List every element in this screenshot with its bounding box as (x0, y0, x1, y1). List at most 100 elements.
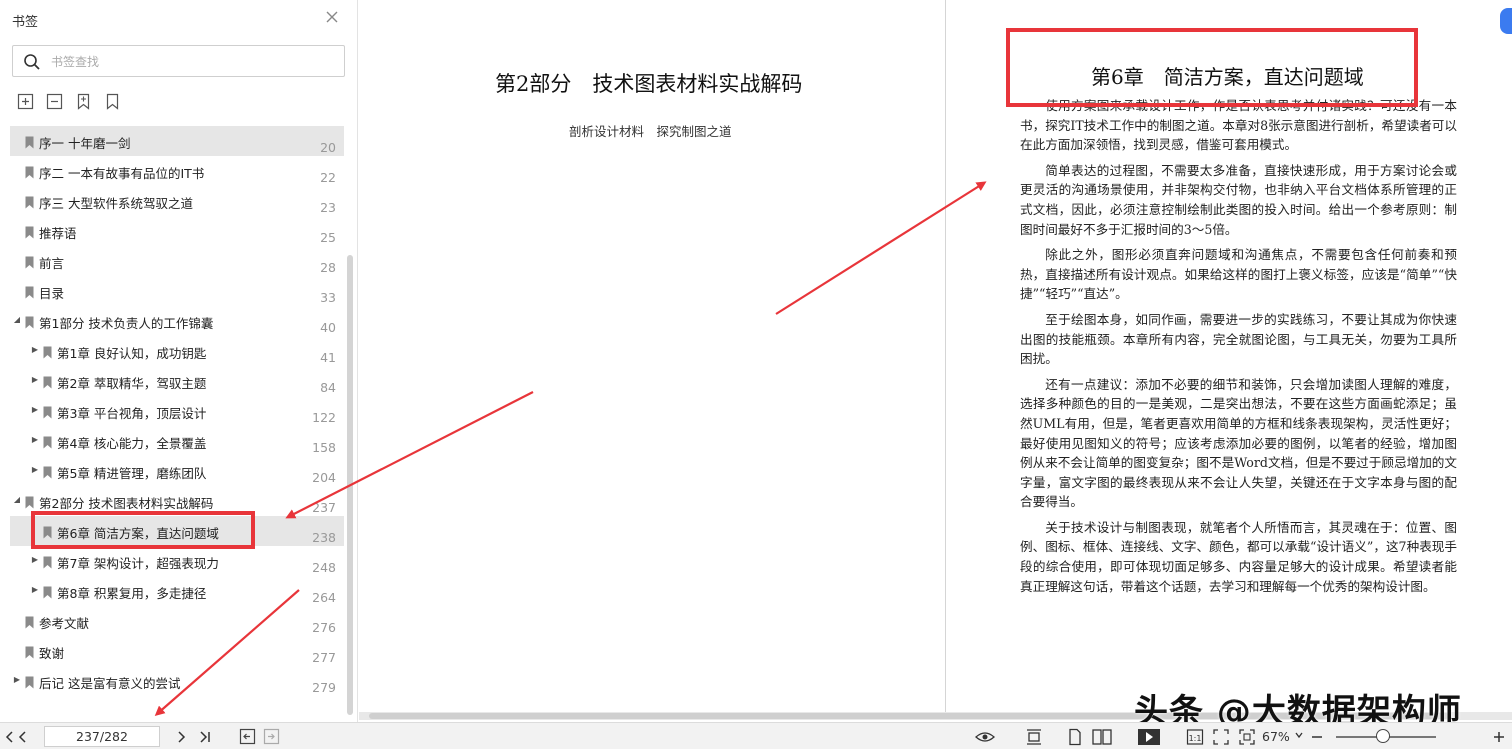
bookmark-page-number: 22 (320, 170, 336, 185)
status-bar: 1:1 67% (0, 722, 1512, 749)
bookmark-item[interactable]: 致谢 277 (10, 636, 344, 666)
bookmark-item[interactable]: ▶ 第3章 平台视角，顶层设计 122 (10, 396, 344, 426)
bookmark-item[interactable]: 推荐语 25 (10, 216, 344, 246)
zoom-slider-thumb[interactable] (1376, 729, 1390, 743)
bookmark-scrollbar[interactable] (347, 255, 353, 715)
bookmark-page-number: 33 (320, 290, 336, 305)
bookmark-list: 序一 十年磨一剑 20 序二 一本有故事有品位的IT书 22 序三 大型软件系统驾驭之道… (10, 126, 344, 706)
bookmark-page-number: 25 (320, 230, 336, 245)
bookmark-item[interactable]: ▶ 后记 这是富有意义的尝试 279 (10, 666, 344, 696)
bookmark-item[interactable]: ▶ 第8章 积累复用，多走捷径 264 (10, 576, 344, 606)
zoom-in-icon[interactable] (1490, 727, 1508, 746)
bookmark-icon (25, 224, 34, 239)
expand-arrow-icon[interactable]: ▶ (12, 675, 22, 685)
expand-arrow-icon[interactable]: ▶ (30, 405, 40, 415)
bookmark-icon (43, 344, 52, 359)
bookmark-page-number: 23 (320, 200, 336, 215)
eye-protect-icon[interactable] (974, 727, 996, 746)
bookmark-label: 第5章 精进管理，磨练团队 (57, 466, 207, 481)
bookmark-label: 后记 这是富有意义的尝试 (39, 676, 181, 691)
bookmark-panel-title: 书签 (12, 15, 39, 30)
part-subtitle: 剖析设计材料 探究制图之道 (569, 124, 732, 139)
bookmark-label: 致谢 (39, 646, 65, 661)
bookmark-item[interactable]: 序一 十年磨一剑 20 (10, 126, 344, 156)
close-icon[interactable] (324, 9, 340, 25)
prev-page-icon[interactable] (14, 727, 32, 746)
expand-arrow-icon[interactable]: ▶ (30, 585, 40, 595)
next-page-icon[interactable] (172, 727, 190, 746)
bookmark-item[interactable]: ▶ 第1章 良好认知，成功钥匙 41 (10, 336, 344, 366)
forward-icon[interactable] (262, 727, 280, 746)
paragraph: 至于绘图本身，如同作画，需要进一步的实践练习，不要让其成为你快速出图的技能瓶颈。… (1020, 311, 1457, 367)
bookmark-label: 第2章 萃取精华，驾驭主题 (57, 376, 207, 391)
bookmark-page-number: 84 (320, 380, 336, 395)
bookmark-search-input[interactable] (51, 52, 331, 72)
bookmark-item[interactable]: 目录 33 (10, 276, 344, 306)
play-icon[interactable] (1137, 727, 1161, 746)
single-page-view-icon[interactable] (1025, 727, 1043, 746)
bookmark-item[interactable]: 序二 一本有故事有品位的IT书 22 (10, 156, 344, 186)
bookmark-page-number: 122 (312, 410, 336, 425)
fit-page-icon[interactable] (1212, 727, 1230, 746)
expand-arrow-icon[interactable]: ▶ (30, 345, 40, 355)
bookmark-icon (43, 464, 52, 479)
bookmark-icon (43, 434, 52, 449)
collapse-all-icon[interactable] (45, 92, 64, 111)
bookmark-label: 序三 大型软件系统驾驭之道 (39, 196, 193, 211)
bookmark-icon (25, 314, 34, 329)
bookmark-label: 第1章 良好认知，成功钥匙 (57, 346, 207, 361)
bookmark-icon (43, 554, 52, 569)
last-page-icon[interactable] (196, 727, 214, 746)
bookmark-item[interactable]: ▶ 第7章 架构设计，超强表现力 248 (10, 546, 344, 576)
svg-text:1:1: 1:1 (1189, 734, 1202, 743)
fit-width-icon[interactable] (1238, 727, 1256, 746)
zoom-dropdown-icon[interactable] (1290, 725, 1308, 744)
bookmark-icon (25, 614, 34, 629)
bookmark-label: 第8章 积累复用，多走捷径 (57, 586, 207, 601)
bookmark-page-number: 277 (312, 650, 336, 665)
bookmark-page-number: 28 (320, 260, 336, 275)
bookmark-label: 序一 十年磨一剑 (39, 136, 131, 151)
zoom-value[interactable]: 67% (1262, 729, 1290, 744)
bookmark-page-number: 204 (312, 470, 336, 485)
page-number-input[interactable] (44, 726, 160, 747)
expand-all-icon[interactable] (16, 92, 35, 111)
collapse-arrow-icon[interactable]: ◢ (12, 495, 22, 505)
expand-arrow-icon[interactable]: ▶ (30, 375, 40, 385)
back-icon[interactable] (238, 727, 256, 746)
expand-arrow-icon[interactable]: ▶ (30, 435, 40, 445)
document-view: 第2部分 技术图表材料实战解码 剖析设计材料 探究制图之道 第6章 简洁方案，直… (359, 0, 1512, 722)
bookmark-label: 序二 一本有故事有品位的IT书 (39, 166, 205, 181)
bookmark-label: 参考文献 (39, 616, 90, 631)
bookmark-icon[interactable] (103, 92, 122, 111)
search-icon (23, 53, 41, 71)
highlight-box-chapter-title (1006, 28, 1418, 107)
expand-arrow-icon[interactable]: ▶ (30, 465, 40, 475)
bookmark-label: 目录 (39, 286, 65, 301)
bookmark-item[interactable]: ▶ 第2章 萃取精华，驾驭主题 84 (10, 366, 344, 396)
bookmark-item[interactable]: ▶ 第5章 精进管理，磨练团队 204 (10, 456, 344, 486)
add-bookmark-icon[interactable] (74, 92, 93, 111)
two-page-view-icon[interactable] (1091, 727, 1113, 746)
bookmark-item[interactable]: 序三 大型软件系统驾驭之道 23 (10, 186, 344, 216)
bookmark-item[interactable]: ▶ 第4章 核心能力，全景覆盖 158 (10, 426, 344, 456)
assistant-float-button[interactable] (1500, 8, 1512, 34)
bookmark-icon (25, 254, 34, 269)
zoom-out-icon[interactable] (1308, 727, 1326, 746)
bookmark-page-number: 237 (312, 500, 336, 515)
bookmark-item[interactable]: ◢ 第1部分 技术负责人的工作锦囊 40 (10, 306, 344, 336)
bookmark-page-number: 158 (312, 440, 336, 455)
bookmark-item[interactable]: 参考文献 276 (10, 606, 344, 636)
bookmark-label: 第4章 核心能力，全景覆盖 (57, 436, 207, 451)
continuous-view-icon[interactable] (1066, 727, 1084, 746)
bookmark-page-number: 20 (320, 140, 336, 155)
bookmark-icon (25, 164, 34, 179)
bookmark-icon (43, 584, 52, 599)
actual-size-icon[interactable]: 1:1 (1186, 727, 1204, 746)
bookmark-label: 推荐语 (39, 226, 77, 241)
expand-arrow-icon[interactable]: ▶ (30, 555, 40, 565)
bookmark-icon (25, 674, 34, 689)
bookmark-item[interactable]: 前言 28 (10, 246, 344, 276)
bookmark-page-number: 40 (320, 320, 336, 335)
collapse-arrow-icon[interactable]: ◢ (12, 315, 22, 325)
